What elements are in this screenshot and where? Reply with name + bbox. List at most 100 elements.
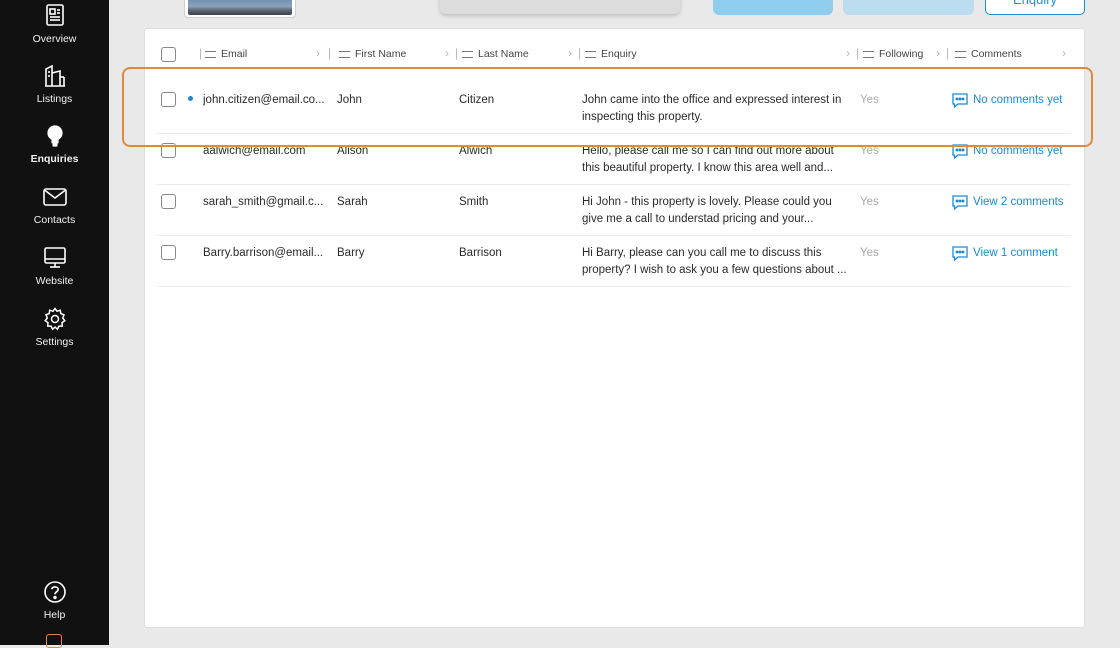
chevron-right-icon[interactable]: ›	[568, 46, 572, 60]
drag-handle-icon[interactable]	[462, 50, 473, 58]
newspaper-icon	[45, 4, 64, 26]
column-header-label: Enquiry	[601, 48, 637, 60]
row-enquiry[interactable]: Hello, please call me so I can find out …	[582, 143, 852, 177]
row-comments-link[interactable]: No comments yet	[951, 143, 1062, 160]
comment-bubble-icon	[952, 93, 968, 109]
drag-handle-icon[interactable]	[863, 50, 874, 58]
secondary-action-button[interactable]	[843, 0, 974, 15]
row-last-name: Smith	[459, 196, 489, 208]
lightbulb-icon	[46, 125, 63, 147]
property-thumbnail[interactable]	[184, 0, 296, 18]
row-enquiry[interactable]: Hi John - this property is lovely. Pleas…	[582, 194, 852, 228]
row-comments-label: No comments yet	[973, 145, 1063, 157]
row-checkbox[interactable]	[161, 92, 176, 107]
unread-indicator	[188, 96, 193, 101]
row-last-name: Citizen	[459, 94, 495, 106]
nav-item-help[interactable]: Help	[0, 579, 109, 635]
drag-handle-icon[interactable]	[955, 50, 966, 58]
row-first-name: Sarah	[337, 196, 368, 208]
row-comments-link[interactable]: View 1 comment	[951, 245, 1058, 262]
nav-item-settings[interactable]: Settings	[0, 306, 109, 362]
sidebar: Overview Listings Enquiries Contacts Web…	[0, 0, 109, 648]
column-divider: |	[455, 46, 459, 60]
nav-label-enquiries: Enquiries	[30, 153, 79, 165]
envelope-icon	[42, 188, 67, 206]
help-circle-icon	[43, 581, 66, 603]
row-comments-label: No comments yet	[973, 94, 1063, 106]
row-comments-label: View 2 comments	[973, 196, 1064, 208]
row-checkbox[interactable]	[161, 194, 176, 209]
row-following: Yes	[860, 247, 879, 259]
property-photo	[188, 0, 292, 15]
chevron-right-icon[interactable]: ›	[316, 46, 320, 60]
column-header-first-name[interactable]: First Name	[339, 44, 406, 64]
row-email[interactable]: aalwich@email.com	[203, 143, 333, 160]
row-email[interactable]: sarah_smith@gmail.c...	[203, 194, 333, 211]
nav-item-enquiries[interactable]: Enquiries	[0, 123, 109, 179]
primary-action-button[interactable]	[713, 0, 833, 15]
nav-item-listings[interactable]: Listings	[0, 63, 109, 119]
column-header-comments[interactable]: Comments	[955, 44, 1022, 64]
column-header-label: Last Name	[478, 48, 529, 60]
drag-handle-icon[interactable]	[339, 50, 350, 58]
row-comments-link[interactable]: View 2 comments	[951, 194, 1064, 211]
column-divider: |	[328, 46, 332, 60]
row-first-name: Alison	[337, 145, 369, 157]
chevron-right-icon[interactable]: ›	[1062, 46, 1066, 60]
comment-bubble-icon	[952, 144, 968, 160]
row-divider	[156, 184, 1071, 185]
column-divider: |	[578, 46, 582, 60]
nav-label-website: Website	[35, 275, 74, 287]
nav-item-overview[interactable]: Overview	[0, 3, 109, 59]
buildings-icon	[44, 64, 65, 87]
drag-handle-icon[interactable]	[205, 50, 216, 58]
row-email[interactable]: john.citizen@email.co...	[203, 92, 333, 109]
monitor-icon	[43, 247, 66, 268]
row-checkbox[interactable]	[161, 245, 176, 260]
column-divider: |	[199, 46, 203, 60]
row-first-name: John	[337, 94, 362, 106]
nav-item-website[interactable]: Website	[0, 245, 109, 301]
top-tab[interactable]	[440, 0, 680, 14]
row-enquiry[interactable]: Hi Barry, please can you call me to disc…	[582, 245, 852, 279]
column-header-email[interactable]: Email	[205, 44, 247, 64]
row-following: Yes	[860, 94, 879, 106]
nav-label-settings: Settings	[35, 336, 74, 348]
nav-label-help: Help	[43, 609, 66, 621]
chevron-right-icon[interactable]: ›	[445, 46, 449, 60]
logout-icon[interactable]	[46, 634, 62, 648]
row-email[interactable]: Barry.barrison@email...	[203, 245, 333, 262]
row-last-name: Alwich	[459, 145, 493, 157]
nav-item-contacts[interactable]: Contacts	[0, 184, 109, 240]
column-header-enquiry[interactable]: Enquiry	[585, 44, 637, 64]
gear-icon	[43, 307, 66, 331]
nav-label-listings: Listings	[36, 93, 73, 105]
column-header-following[interactable]: Following	[863, 44, 923, 64]
row-last-name: Barrison	[459, 247, 502, 259]
column-header-label: Following	[879, 48, 924, 60]
select-all-checkbox[interactable]	[161, 47, 176, 62]
column-header-last-name[interactable]: Last Name	[462, 44, 529, 64]
column-header-label: Comments	[971, 48, 1022, 60]
nav-label-contacts: Contacts	[33, 214, 76, 226]
column-divider: |	[856, 46, 860, 60]
row-comments-link[interactable]: No comments yet	[951, 92, 1062, 109]
row-following: Yes	[860, 145, 879, 157]
nav-label-overview: Overview	[32, 33, 77, 45]
comment-bubble-icon	[952, 195, 968, 211]
column-header-label: Email	[221, 48, 248, 60]
row-first-name: Barry	[337, 247, 365, 259]
row-checkbox[interactable]	[161, 143, 176, 158]
row-following: Yes	[860, 196, 879, 208]
column-divider: |	[946, 46, 950, 60]
column-header-label: First Name	[355, 48, 407, 60]
drag-handle-icon[interactable]	[585, 50, 596, 58]
row-divider	[156, 235, 1071, 236]
row-comments-label: View 1 comment	[973, 247, 1058, 259]
chevron-right-icon[interactable]: ›	[846, 46, 850, 60]
row-divider	[156, 286, 1071, 287]
row-enquiry[interactable]: John came into the office and expressed …	[582, 92, 852, 126]
row-divider	[156, 133, 1071, 134]
chevron-right-icon[interactable]: ›	[936, 46, 940, 60]
enquiry-button[interactable]: Enquiry	[985, 0, 1085, 15]
